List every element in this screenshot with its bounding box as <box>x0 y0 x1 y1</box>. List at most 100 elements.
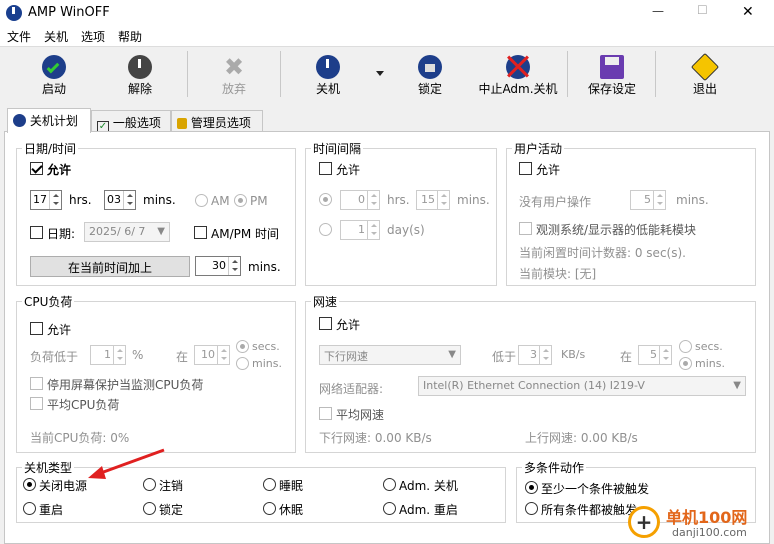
menu-shutdown[interactable]: 关机 <box>37 26 74 45</box>
activity-allow-checkbox[interactable] <box>519 162 532 175</box>
interval-hours-radio[interactable] <box>319 193 332 206</box>
network-adapter-select[interactable]: Intel(R) Ethernet Connection (14) I219-V… <box>418 376 746 396</box>
hibernate-radio[interactable] <box>263 502 276 515</box>
minutes-spinner[interactable]: 03 <box>104 190 136 210</box>
menu-help[interactable]: 帮助 <box>111 26 148 45</box>
network-mins-radio[interactable] <box>679 357 692 370</box>
sleep-radio[interactable] <box>263 478 276 491</box>
interval-minutes-spinner[interactable]: 15 <box>416 190 450 210</box>
network-unit-label: KB/s <box>561 348 586 361</box>
menu-bar: 文件 关机 选项 帮助 <box>0 26 774 46</box>
abort-adm-shutdown-button[interactable]: 中止Adm.关机 <box>476 47 560 101</box>
network-direction-select[interactable]: 下行网速 ▼ <box>319 345 461 365</box>
average-network-checkbox[interactable] <box>319 407 332 420</box>
add-current-time-button[interactable]: 在当前时间加上 <box>30 256 190 277</box>
network-below-label: 低于 <box>492 350 517 364</box>
interval-hours-spinner[interactable]: 0 <box>340 190 380 210</box>
datetime-allow-checkbox[interactable] <box>30 162 43 175</box>
adm-shutdown-radio[interactable] <box>383 478 396 491</box>
interval-days-label: day(s) <box>387 223 425 237</box>
disable-screensaver-label: 停用屏幕保护当监测CPU负荷 <box>47 378 204 392</box>
lock-button[interactable]: 锁定 <box>402 47 458 101</box>
cpu-allow-label: 允许 <box>47 323 72 337</box>
ampm-time-checkbox[interactable] <box>194 226 207 239</box>
power-icon <box>316 55 340 79</box>
cpu-time-spinner[interactable]: 10 <box>194 345 230 365</box>
current-module-text: 当前模块: [无] <box>519 267 597 281</box>
interval-mins-label: mins. <box>457 193 490 207</box>
hours-spinner[interactable]: 17 <box>30 190 62 210</box>
date-checkbox[interactable] <box>30 226 43 239</box>
watermark: + 单机100网 danji100.com <box>620 500 774 544</box>
save-settings-button[interactable]: 保存设定 <box>582 47 642 101</box>
cpu-mins-radio[interactable] <box>236 357 249 370</box>
network-adapter-label: 网络适配器: <box>319 382 384 396</box>
title-bar: AMP WinOFF — ☐ ✕ <box>0 0 774 26</box>
download-speed-text: 下行网速: 0.00 KB/s <box>319 431 432 445</box>
average-network-label: 平均网速 <box>336 408 385 422</box>
shutdown-dropdown-arrow-icon[interactable] <box>376 71 384 80</box>
am-label: AM <box>211 194 230 208</box>
lock-radio[interactable] <box>143 502 156 515</box>
watermark-url: danji100.com <box>672 526 747 539</box>
observe-lowpower-label: 观测系统/显示器的低能耗模块 <box>536 223 697 237</box>
interval-days-spinner[interactable]: 1 <box>340 220 380 240</box>
all-conditions-radio[interactable] <box>525 502 538 515</box>
network-speed-spinner[interactable]: 3 <box>518 345 552 365</box>
datetime-allow-label: 允许 <box>47 163 72 177</box>
interval-allow-checkbox[interactable] <box>319 162 332 175</box>
window-title: AMP WinOFF <box>28 5 110 20</box>
add-minutes-spinner[interactable]: 30 <box>195 256 241 276</box>
network-secs-radio[interactable] <box>679 340 692 353</box>
interval-days-radio[interactable] <box>319 223 332 236</box>
observe-lowpower-checkbox[interactable] <box>519 222 532 235</box>
menu-file[interactable]: 文件 <box>0 26 37 45</box>
network-allow-label: 允许 <box>336 318 361 332</box>
any-condition-radio[interactable] <box>525 481 538 494</box>
date-label: 日期: <box>47 227 76 241</box>
close-button[interactable]: ✕ <box>742 4 754 20</box>
current-cpu-text: 当前CPU负荷: 0% <box>30 431 130 445</box>
network-mins-label: mins. <box>695 357 725 370</box>
tab-general[interactable]: ✓ 一般选项 <box>91 110 171 133</box>
power-off-radio[interactable] <box>23 478 36 491</box>
interval-group: 时间间隔 <box>305 140 497 286</box>
pm-label: PM <box>250 194 268 208</box>
average-cpu-checkbox[interactable] <box>30 397 43 410</box>
cpu-allow-checkbox[interactable] <box>30 322 43 335</box>
start-button[interactable]: 启动 <box>26 47 82 101</box>
shutdown-button[interactable]: 关机 <box>300 47 356 101</box>
discard-button[interactable]: ✖ 放弃 <box>206 47 262 101</box>
tab-admin[interactable]: 管理员选项 <box>171 110 263 132</box>
upload-speed-text: 上行网速: 0.00 KB/s <box>525 431 638 445</box>
restart-radio[interactable] <box>23 502 36 515</box>
exit-button[interactable]: 退出 <box>677 47 733 101</box>
add-mins-label: mins. <box>248 260 281 274</box>
app-power-icon <box>6 5 22 21</box>
minimize-button[interactable]: — <box>652 4 664 18</box>
am-radio[interactable] <box>195 194 208 207</box>
cpu-mins-label: mins. <box>252 357 282 370</box>
no-op-minutes-spinner[interactable]: 5 <box>630 190 666 210</box>
average-cpu-label: 平均CPU负荷 <box>47 398 120 412</box>
adm-restart-radio[interactable] <box>383 502 396 515</box>
menu-options[interactable]: 选项 <box>74 26 111 45</box>
toolbar: 启动 解除 ✖ 放弃 关机 锁定 中止Adm.关机 保存设定 退出 <box>0 46 774 102</box>
network-allow-checkbox[interactable] <box>319 317 332 330</box>
power-icon <box>128 55 152 79</box>
pm-radio[interactable] <box>234 194 247 207</box>
restart-label: 重启 <box>39 503 64 517</box>
cpu-secs-radio[interactable] <box>236 340 249 353</box>
network-time-spinner[interactable]: 5 <box>638 345 672 365</box>
disable-screensaver-checkbox[interactable] <box>30 377 43 390</box>
release-button[interactable]: 解除 <box>112 47 168 101</box>
maximize-button[interactable]: ☐ <box>697 3 708 17</box>
hibernate-label: 休眠 <box>279 503 304 517</box>
x-icon: ✖ <box>223 53 245 81</box>
tab-schedule[interactable]: 关机计划 <box>7 108 91 133</box>
date-picker[interactable]: 2025/ 6/ 7 ▼ <box>84 222 170 242</box>
cpu-percent-spinner[interactable]: 1 <box>90 345 126 365</box>
no-op-mins-label: mins. <box>676 193 709 207</box>
ampm-time-label: AM/PM 时间 <box>211 227 280 241</box>
any-condition-label: 至少一个条件被触发 <box>541 482 650 496</box>
